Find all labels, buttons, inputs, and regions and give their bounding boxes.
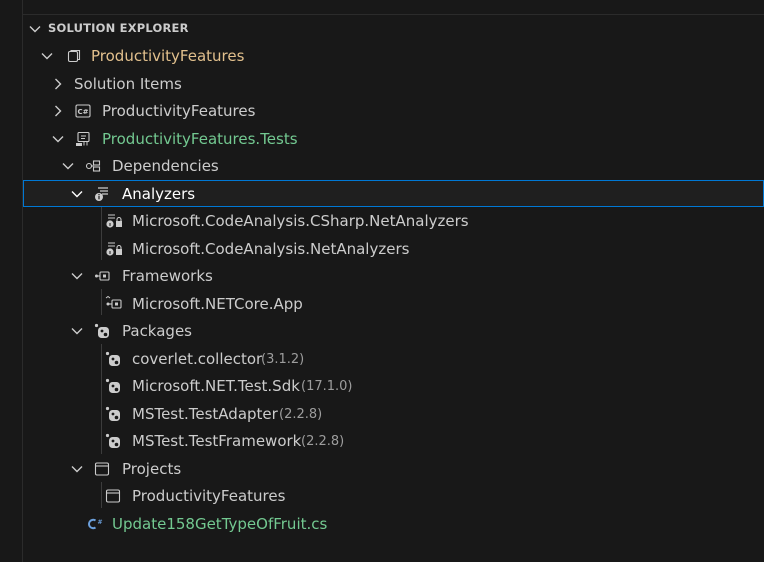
tree-item-framework[interactable]: Microsoft.NETCore.App <box>23 291 764 317</box>
tree-item-dependencies[interactable]: Dependencies <box>23 153 764 179</box>
tree-item-packages[interactable]: Packages <box>23 318 764 344</box>
tree-item-analyzers[interactable]: Analyzers <box>23 180 764 207</box>
nuget-package-icon <box>105 351 121 367</box>
package-version: (2.2.8) <box>279 407 323 422</box>
solution-explorer-header[interactable]: SOLUTION EXPLORER <box>23 15 764 42</box>
nuget-package-icon <box>105 433 121 449</box>
tree-item-package[interactable]: Microsoft.NET.Test.Sdk (17.1.0) <box>23 373 764 399</box>
tree-item-project-tests[interactable]: ProductivityFeatures.Tests <box>23 126 764 152</box>
analyzer-lock-icon <box>105 241 122 257</box>
tree-item-solution-root[interactable]: ProductivityFeatures <box>23 43 764 69</box>
tree-item-analyzer[interactable]: Microsoft.CodeAnalysis.NetAnalyzers <box>23 236 764 262</box>
tree-item-label: ProductivityFeatures.Tests <box>102 130 298 148</box>
chevron-right-icon[interactable] <box>51 104 65 118</box>
chevron-down-icon[interactable] <box>70 462 84 476</box>
tree-item-package[interactable]: MSTest.TestAdapter (2.2.8) <box>23 401 764 427</box>
tree-item-projects[interactable]: Projects <box>23 456 764 482</box>
tree-item-label: Packages <box>122 322 192 340</box>
analyzer-lock-icon <box>105 213 122 229</box>
chevron-down-icon[interactable] <box>28 22 42 36</box>
frameworks-icon <box>94 268 110 284</box>
tree-item-label: Frameworks <box>122 267 213 285</box>
tree-item-label: Microsoft.NET.Test.Sdk <box>132 377 300 395</box>
project-reference-icon <box>105 488 121 504</box>
tree-item-label: Analyzers <box>122 185 196 203</box>
nuget-package-icon <box>105 406 121 422</box>
tree-item-label: Microsoft.CodeAnalysis.NetAnalyzers <box>132 240 410 258</box>
tree-item-label: Microsoft.CodeAnalysis.CSharp.NetAnalyze… <box>132 212 469 230</box>
activity-bar-edge <box>0 0 23 562</box>
tree-item-package[interactable]: coverlet.collector (3.1.2) <box>23 346 764 372</box>
dependencies-icon <box>85 158 101 174</box>
tree-item-label: ProductivityFeatures <box>132 487 286 505</box>
tree-item-label: Projects <box>122 460 182 478</box>
csharp-file-icon: # <box>87 516 103 532</box>
tree-item-label: Solution Items <box>74 75 182 93</box>
csharp-project-icon: C# <box>75 103 91 119</box>
tree-item-solution-items[interactable]: Solution Items <box>23 71 764 97</box>
svg-text:C#: C# <box>77 108 88 116</box>
tree-item-label: Microsoft.NETCore.App <box>132 295 303 313</box>
tree-item-package[interactable]: MSTest.TestFramework (2.2.8) <box>23 428 764 454</box>
tree-item-project-main[interactable]: C# ProductivityFeatures <box>23 98 764 124</box>
projects-icon <box>94 461 110 477</box>
chevron-down-icon[interactable] <box>40 49 54 63</box>
packages-icon <box>94 323 110 339</box>
chevron-down-icon[interactable] <box>70 324 84 338</box>
solution-explorer-panel: SOLUTION EXPLORER ProductivityFeatures S… <box>23 15 764 562</box>
tree-item-label: ProductivityFeatures <box>91 47 245 65</box>
chevron-down-icon[interactable] <box>70 269 84 283</box>
package-version: (3.1.2) <box>261 352 305 367</box>
tree-item-frameworks[interactable]: Frameworks <box>23 263 764 289</box>
nuget-package-icon <box>105 378 121 394</box>
test-project-icon <box>75 131 91 147</box>
chevron-down-icon[interactable] <box>51 132 65 146</box>
tree-item-label: MSTest.TestFramework <box>132 432 302 450</box>
tree-item-project-reference[interactable]: ProductivityFeatures <box>23 483 764 509</box>
framework-reference-icon <box>105 296 122 312</box>
svg-text:#: # <box>97 519 102 526</box>
tree-item-label: ProductivityFeatures <box>102 102 256 120</box>
package-version: (2.2.8) <box>301 434 345 449</box>
tree-item-label: Update158GetTypeOfFruit.cs <box>112 515 328 533</box>
tree-item-label: MSTest.TestAdapter <box>132 405 278 423</box>
tree-item-file[interactable]: # Update158GetTypeOfFruit.cs <box>23 511 764 537</box>
solution-icon <box>66 48 82 64</box>
chevron-down-icon[interactable] <box>61 159 75 173</box>
tree-item-label: Dependencies <box>112 157 219 175</box>
tree-item-analyzer[interactable]: Microsoft.CodeAnalysis.CSharp.NetAnalyze… <box>23 208 764 234</box>
tree-item-label: coverlet.collector <box>132 350 263 368</box>
chevron-right-icon[interactable] <box>51 77 65 91</box>
package-version: (17.1.0) <box>301 379 353 394</box>
section-title: SOLUTION EXPLORER <box>48 21 189 35</box>
chevron-down-icon[interactable] <box>70 187 84 201</box>
analyzers-icon <box>94 186 110 202</box>
